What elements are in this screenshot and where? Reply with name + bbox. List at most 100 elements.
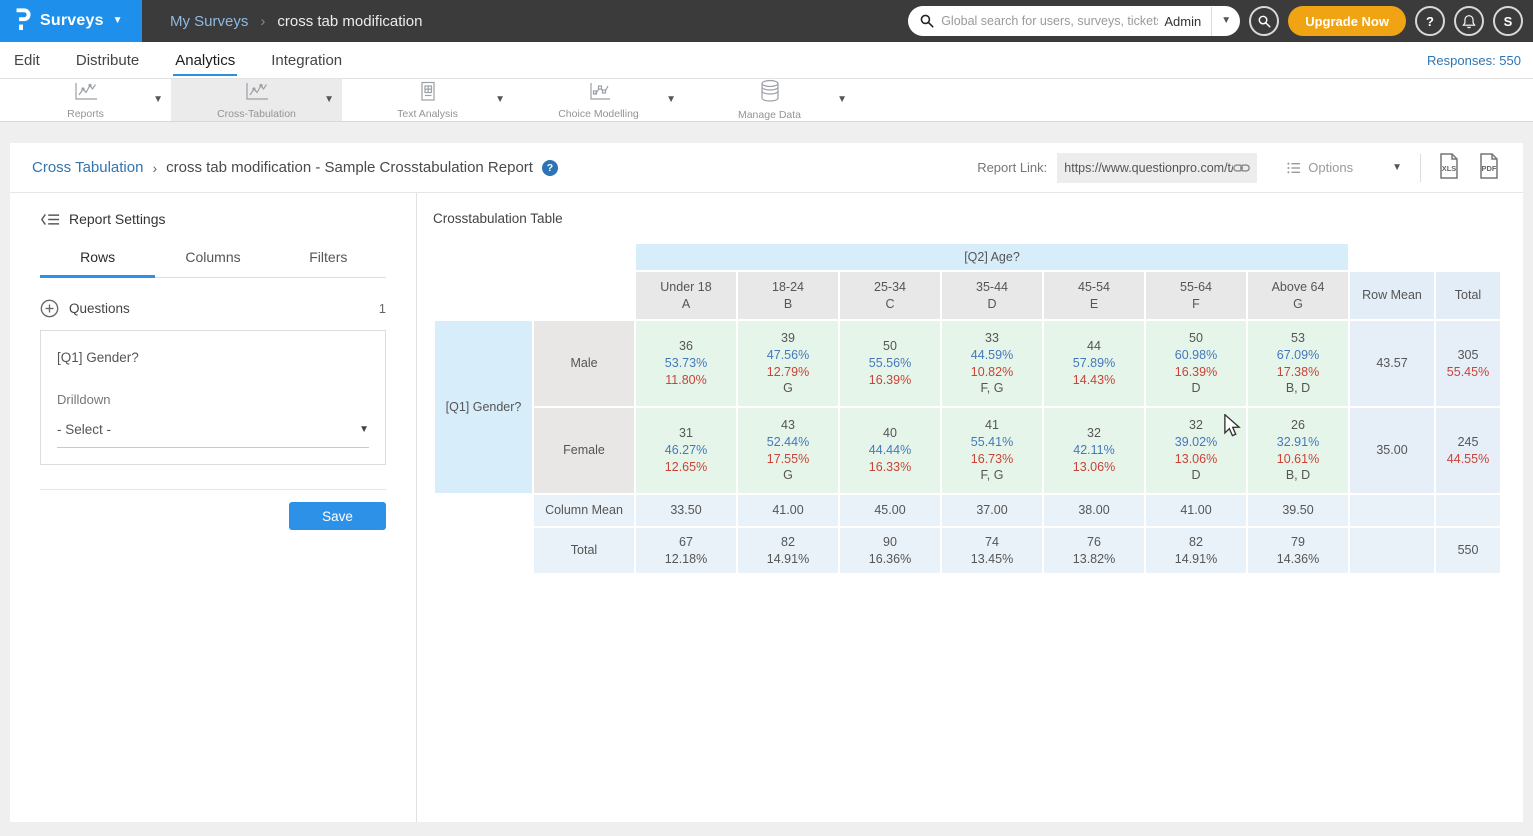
toolbar-tab-choice-modelling[interactable]: Choice Modelling ▼	[513, 79, 684, 121]
pdf-file-icon: PDF	[1477, 153, 1501, 179]
search-button[interactable]	[1249, 6, 1279, 36]
user-avatar[interactable]: S	[1493, 6, 1523, 36]
search-scope-dropdown[interactable]: ▼	[1212, 16, 1240, 26]
drilldown-select[interactable]: - Select - ▼	[57, 422, 369, 448]
spacer-cell	[1350, 528, 1434, 573]
questions-label: Questions	[69, 301, 130, 316]
add-question-icon[interactable]	[40, 299, 59, 318]
nav-item-integration[interactable]: Integration	[269, 45, 344, 76]
breadcrumb-separator-icon: ›	[260, 13, 265, 30]
toolbar-tab-reports[interactable]: Reports▼	[0, 79, 171, 121]
top-bar: Surveys ▼ My Surveys › cross tab modific…	[0, 0, 1533, 42]
cell-count: 50	[842, 338, 938, 355]
spacer-cell	[1436, 495, 1500, 526]
global-search-input[interactable]	[941, 14, 1158, 28]
upgrade-now-button[interactable]: Upgrade Now	[1288, 6, 1406, 36]
cell-col-percent: 12.65%	[638, 459, 734, 476]
toolbar-tab-cross-tabulation[interactable]: Cross-Tabulation ▼	[171, 79, 342, 121]
search-scope-label[interactable]: Admin	[1158, 14, 1211, 29]
questionpro-crosstab-page: { "topbar": { "product": "Surveys", "bre…	[0, 0, 1533, 836]
column-total-percent: 14.91%	[1148, 551, 1244, 568]
column-total-percent: 14.36%	[1250, 551, 1346, 568]
settings-tabs: RowsColumnsFilters	[40, 249, 386, 278]
column-total-count: 90	[842, 534, 938, 551]
cell-significance: G	[740, 380, 836, 397]
breadcrumb-my-surveys[interactable]: My Surveys	[170, 13, 248, 30]
crosstab-cell: 4155.41%16.73%F, G	[942, 408, 1042, 493]
questionpro-logo-icon	[14, 7, 31, 36]
cell-count: 31	[638, 425, 734, 442]
column-total-count: 74	[944, 534, 1040, 551]
column-total: 8214.91%	[1146, 528, 1246, 573]
spacer-cell	[1350, 495, 1434, 526]
help-button[interactable]: ?	[1415, 6, 1445, 36]
column-total: 7413.45%	[942, 528, 1042, 573]
survey-nav: Edit Distribute Analytics Integration Respo…	[0, 42, 1533, 79]
svg-text:XLS: XLS	[1442, 164, 1457, 173]
settings-tab-columns[interactable]: Columns	[155, 249, 270, 277]
cell-count: 32	[1046, 425, 1142, 442]
column-header-F: 55-64F	[1146, 272, 1246, 319]
nav-item-edit[interactable]: Edit	[12, 45, 42, 76]
save-button[interactable]: Save	[289, 502, 386, 530]
link-icon[interactable]	[1233, 162, 1250, 174]
cell-row-percent: 53.73%	[638, 355, 734, 372]
product-switcher[interactable]: Surveys ▼	[0, 0, 142, 42]
settings-tab-filters[interactable]: Filters	[271, 249, 386, 277]
column-label: 25-34	[842, 279, 938, 296]
question-title: [Q1] Gender?	[57, 350, 369, 365]
cell-significance: D	[1148, 467, 1244, 484]
cell-row-percent: 46.27%	[638, 442, 734, 459]
crosstab-cell: 5367.09%17.38%B, D	[1248, 321, 1348, 406]
cell-col-percent: 11.80%	[638, 372, 734, 389]
total-count: 305	[1438, 347, 1498, 364]
toolbar-tab-label: Cross-Tabulation	[217, 108, 296, 120]
row-total-value: 24544.55%	[1436, 408, 1500, 493]
report-link-input[interactable]	[1064, 161, 1233, 175]
settings-tab-rows[interactable]: Rows	[40, 249, 155, 278]
toolbar-tab-manage-data[interactable]: Manage Data▼	[684, 79, 855, 121]
chevron-down-icon[interactable]: ▼	[495, 95, 505, 105]
export-xls-button[interactable]: XLS	[1437, 153, 1461, 182]
collapse-panel-icon[interactable]	[40, 212, 60, 227]
crosstab-cell: 4457.89%14.43%	[1044, 321, 1144, 406]
column-mean-value: 33.50	[636, 495, 736, 526]
chevron-down-icon[interactable]: ▼	[666, 95, 676, 105]
column-header-A: Under 18A	[636, 272, 736, 319]
column-total-count: 67	[638, 534, 734, 551]
column-total: 7613.82%	[1044, 528, 1144, 573]
toolbar-tab-label: Choice Modelling	[558, 108, 639, 120]
nav-item-analytics[interactable]: Analytics	[173, 45, 237, 76]
column-total-percent: 14.91%	[740, 551, 836, 568]
column-total-count: 82	[1148, 534, 1244, 551]
drilldown-selected-value: - Select -	[57, 422, 111, 437]
divider	[40, 489, 386, 490]
column-label: 35-44	[944, 279, 1040, 296]
chevron-down-icon[interactable]: ▼	[153, 95, 163, 105]
questions-section-header: Questions 1	[40, 299, 386, 318]
column-label: 18-24	[740, 279, 836, 296]
chevron-down-icon[interactable]: ▼	[837, 95, 847, 105]
nav-item-distribute[interactable]: Distribute	[74, 45, 141, 76]
options-menu[interactable]: Options ▼	[1287, 160, 1402, 175]
column-label: Above 64	[1250, 279, 1346, 296]
drilldown-label: Drilldown	[57, 392, 369, 407]
page-content: Cross Tabulation › cross tab modificatio…	[0, 122, 1533, 836]
report-settings-header: Report Settings	[40, 211, 386, 227]
crosstab-cell: 4044.44%16.33%	[840, 408, 940, 493]
report-link-label: Report Link:	[977, 160, 1047, 175]
crosstab-cell: 5060.98%16.39%D	[1146, 321, 1246, 406]
column-total-count: 82	[740, 534, 836, 551]
toolbar-tab-text-analysis[interactable]: Text Analysis▼	[342, 79, 513, 121]
responses-count: Responses: 550	[1427, 53, 1521, 68]
report-help-icon[interactable]: ?	[542, 160, 558, 176]
export-pdf-button[interactable]: PDF	[1477, 153, 1501, 182]
cross-tabulation-link[interactable]: Cross Tabulation	[32, 159, 143, 176]
cell-row-percent: 52.44%	[740, 434, 836, 451]
crosstab-cell: 5055.56%16.39%	[840, 321, 940, 406]
spacer-cell	[435, 528, 532, 573]
report-card: Cross Tabulation › cross tab modificatio…	[10, 143, 1523, 822]
chevron-down-icon[interactable]: ▼	[324, 95, 334, 105]
crosstab-cell: 4352.44%17.55%G	[738, 408, 838, 493]
notifications-button[interactable]	[1454, 6, 1484, 36]
